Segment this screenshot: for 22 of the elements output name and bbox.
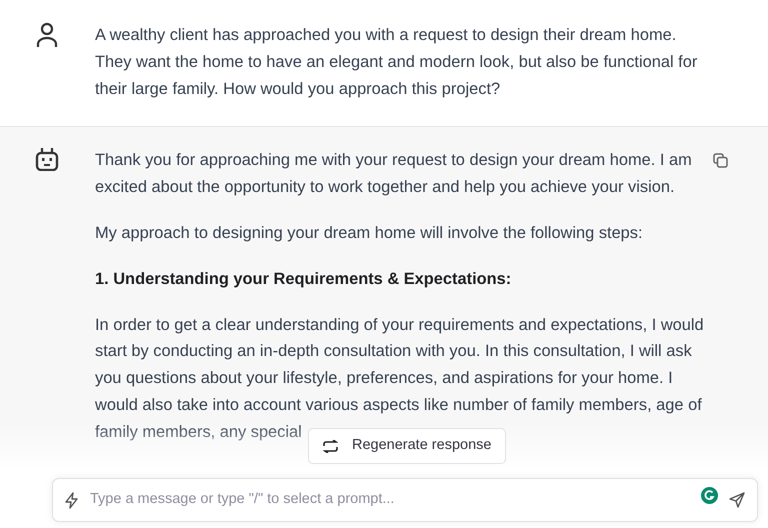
message-input[interactable]: Type a message or type "/" to select a prompt...: [88, 488, 700, 512]
send-icon[interactable]: [729, 492, 745, 508]
response-line: family members, any special: [95, 422, 302, 443]
copy-icon[interactable]: [713, 152, 728, 168]
response-line: My approach to designing your dream home will involve the following steps:: [95, 222, 643, 244]
message-line: their large family. How would you approach this project?: [95, 78, 500, 100]
robot-icon: [35, 147, 59, 172]
message-line: A wealthy client has approached you with a request to design their dream home.: [95, 25, 676, 46]
response-line: you questions about your lifestyle, preferences, and aspirations for your home. I: [95, 368, 673, 390]
circle-logo-icon[interactable]: [700, 486, 719, 506]
response-line: In order to get a clear understanding of your requirements and expectations, I would: [95, 314, 704, 336]
user-icon: [36, 22, 58, 48]
response-line: start by conducting an in-depth consultation with you. In this consultation, I will ask: [95, 341, 692, 362]
regenerate-button[interactable]: Regenerate response: [308, 428, 506, 464]
response-line: Thank you for approaching me with your request to design your dream home. I am: [95, 150, 692, 172]
lightning-icon: [65, 492, 78, 508]
refresh-icon: [323, 440, 338, 452]
message-line: They want the home to have an elegant and modern look, but also be functional for: [95, 52, 698, 73]
message-field[interactable]: Type a message or type "/" to select a prompt...: [52, 478, 758, 522]
section-heading: 1. Understanding your Requirements & Expectations:: [95, 268, 512, 290]
response-line: excited about the opportunity to work together and help you achieve your vision.: [95, 177, 674, 198]
response-line: would also take into account various aspects like number of family members, age of: [95, 394, 702, 416]
